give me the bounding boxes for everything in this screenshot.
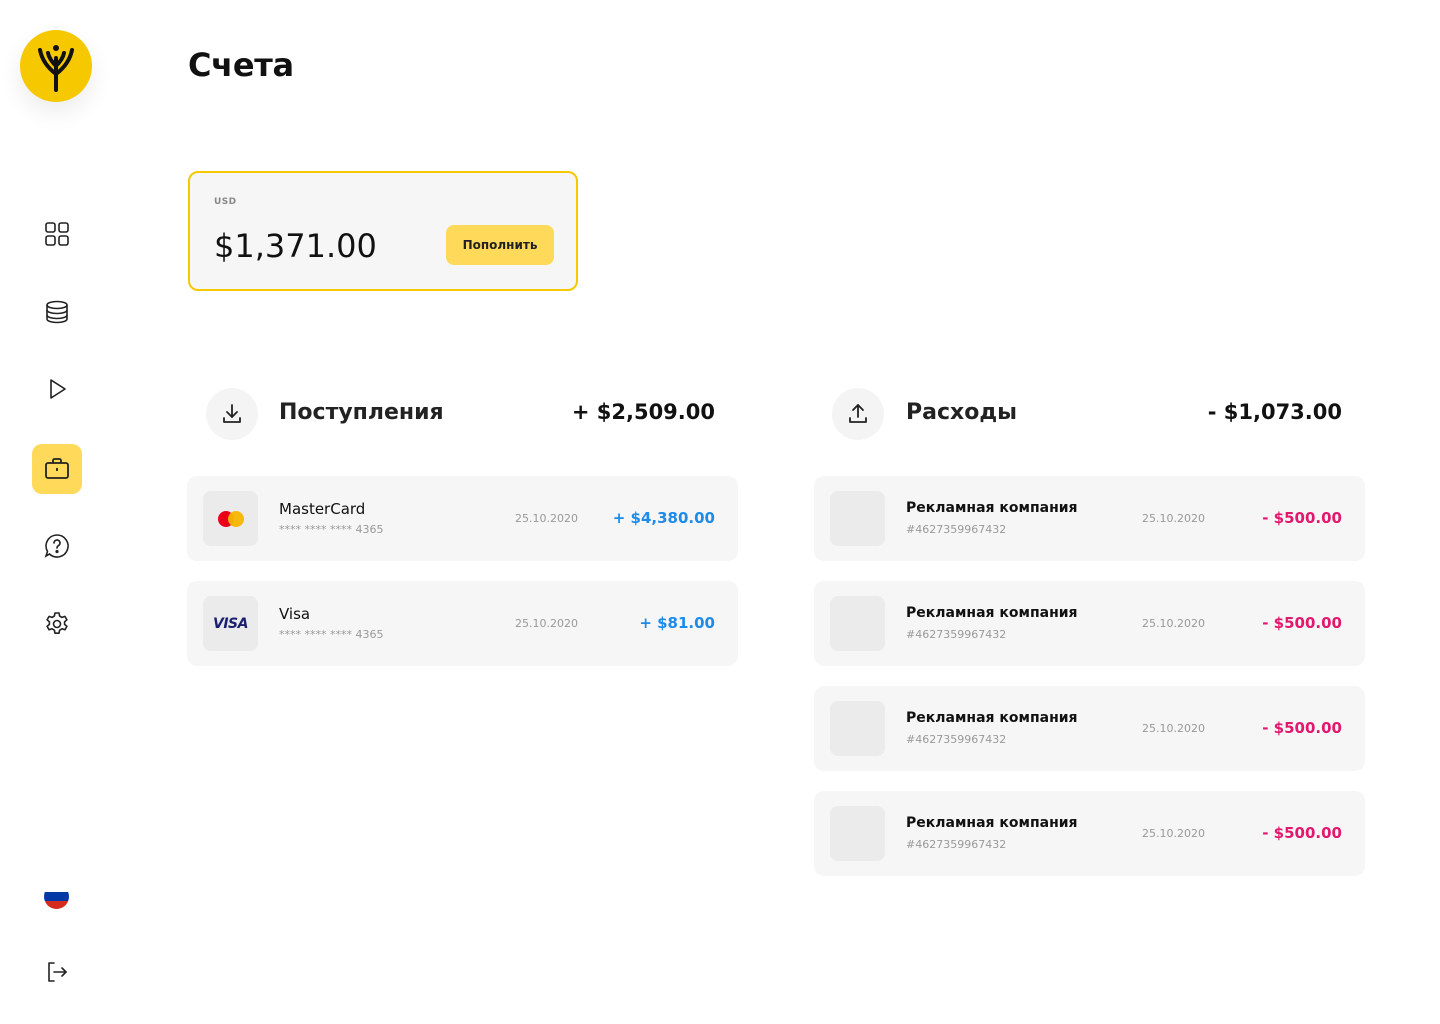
placeholder-thumbnail bbox=[830, 701, 885, 756]
income-title: Поступления bbox=[279, 400, 444, 425]
row-amount: + $81.00 bbox=[639, 614, 715, 632]
row-name: Рекламная компания bbox=[906, 500, 1078, 516]
row-amount: - $500.00 bbox=[1262, 509, 1342, 527]
logout-button[interactable] bbox=[32, 947, 82, 997]
nav-accounts[interactable] bbox=[32, 444, 82, 494]
placeholder-thumbnail bbox=[830, 596, 885, 651]
help-chat-icon bbox=[44, 534, 69, 558]
row-date: 25.10.2020 bbox=[1142, 617, 1205, 630]
database-icon bbox=[46, 300, 68, 324]
expense-row[interactable]: Рекламная компания #4627359967432 25.10.… bbox=[814, 791, 1365, 876]
app-logo[interactable] bbox=[20, 30, 92, 102]
nav-settings[interactable] bbox=[32, 599, 82, 649]
income-row[interactable]: VISA Visa **** **** **** 4365 25.10.2020… bbox=[187, 581, 738, 666]
row-amount: - $500.00 bbox=[1262, 824, 1342, 842]
nav-support[interactable] bbox=[32, 521, 82, 571]
visa-logo: VISA bbox=[213, 615, 248, 632]
income-icon-wrap bbox=[206, 388, 258, 440]
logout-icon bbox=[48, 962, 67, 982]
upload-icon bbox=[849, 404, 867, 423]
topup-button[interactable]: Пополнить bbox=[446, 225, 554, 265]
campaign-id: #4627359967432 bbox=[906, 838, 1007, 851]
expenses-icon-wrap bbox=[832, 388, 884, 440]
nav-finance[interactable] bbox=[32, 287, 82, 337]
row-date: 25.10.2020 bbox=[1142, 512, 1205, 525]
balance-currency: USD bbox=[214, 197, 237, 207]
card-number: **** **** **** 4365 bbox=[279, 628, 384, 641]
placeholder-thumbnail bbox=[830, 806, 885, 861]
grid-icon bbox=[45, 222, 69, 246]
page-title: Счета bbox=[188, 46, 294, 84]
row-name: MasterCard bbox=[279, 500, 366, 518]
expense-row[interactable]: Рекламная компания #4627359967432 25.10.… bbox=[814, 686, 1365, 771]
row-name: Visa bbox=[279, 605, 311, 623]
row-name: Рекламная компания bbox=[906, 815, 1078, 831]
expenses-total: - $1,073.00 bbox=[1207, 400, 1342, 424]
row-date: 25.10.2020 bbox=[1142, 827, 1205, 840]
row-date: 25.10.2020 bbox=[1142, 722, 1205, 735]
row-name: Рекламная компания bbox=[906, 710, 1078, 726]
row-amount: + $4,380.00 bbox=[612, 509, 715, 527]
row-amount: - $500.00 bbox=[1262, 614, 1342, 632]
nav-media[interactable] bbox=[32, 364, 82, 414]
row-date: 25.10.2020 bbox=[515, 617, 578, 630]
campaign-id: #4627359967432 bbox=[906, 523, 1007, 536]
download-icon bbox=[223, 404, 241, 423]
income-total: + $2,509.00 bbox=[571, 400, 715, 424]
nav-dashboard[interactable] bbox=[32, 209, 82, 259]
placeholder-thumbnail bbox=[830, 491, 885, 546]
expense-row[interactable]: Рекламная компания #4627359967432 25.10.… bbox=[814, 581, 1365, 666]
tree-logo-icon bbox=[38, 45, 74, 92]
card-number: **** **** **** 4365 bbox=[279, 523, 384, 536]
balance-amount: $1,371.00 bbox=[214, 227, 377, 265]
briefcase-icon bbox=[45, 458, 69, 479]
balance-card: USD $1,371.00 Пополнить bbox=[188, 171, 578, 291]
gear-icon bbox=[46, 612, 68, 634]
visa-icon: VISA bbox=[203, 596, 258, 651]
row-name: Рекламная компания bbox=[906, 605, 1078, 621]
row-date: 25.10.2020 bbox=[515, 512, 578, 525]
campaign-id: #4627359967432 bbox=[906, 733, 1007, 746]
row-amount: - $500.00 bbox=[1262, 719, 1342, 737]
income-row[interactable]: MasterCard **** **** **** 4365 25.10.202… bbox=[187, 476, 738, 561]
campaign-id: #4627359967432 bbox=[906, 628, 1007, 641]
expense-row[interactable]: Рекламная компания #4627359967432 25.10.… bbox=[814, 476, 1365, 561]
ru-flag-icon[interactable] bbox=[44, 884, 69, 909]
expenses-title: Расходы bbox=[906, 400, 1017, 425]
play-icon bbox=[50, 379, 66, 399]
mastercard-icon bbox=[203, 491, 258, 546]
